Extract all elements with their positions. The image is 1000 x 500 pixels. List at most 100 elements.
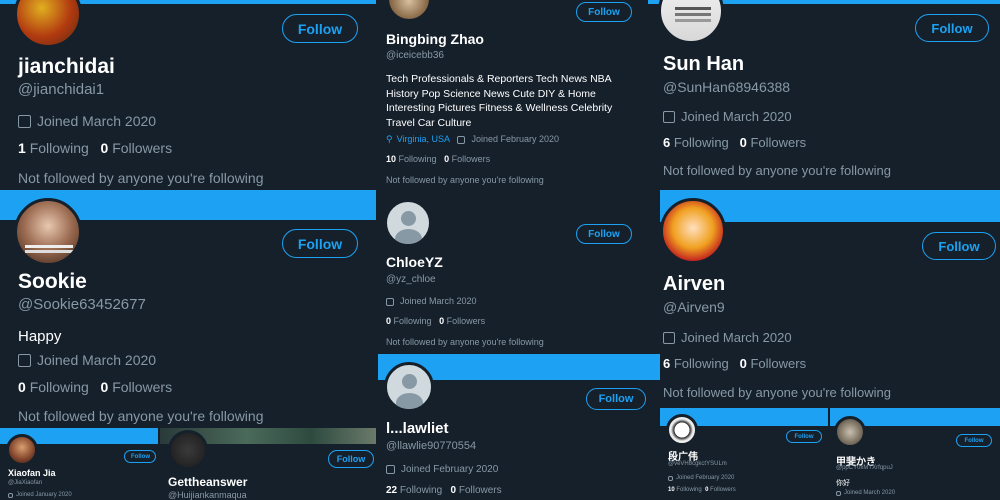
username: @JiaXiaofan [8,480,43,486]
followers-count[interactable]: 0 [439,316,444,326]
follow-button[interactable]: Follow [576,224,632,244]
following-count[interactable]: 10 [386,154,396,164]
calendar-icon [457,136,466,144]
followers-count[interactable]: 0 [444,154,449,164]
username: @ppCY0xMTXrfqpuJ [836,465,893,471]
follow-button[interactable]: Follow [124,450,156,463]
follow-stats[interactable]: 6 Following 0 Followers [663,135,806,150]
following-label: Following [673,356,729,371]
bio: Tech Professionals & Reporters Tech News… [386,73,613,129]
calendar-icon [8,493,13,498]
following-count[interactable]: 6 [663,135,670,150]
following-count[interactable]: 6 [663,356,670,371]
profile-card-airven: Follow Airven @Airven9 Joined March 2020… [660,190,1000,406]
following-label: Following [29,379,89,395]
username: @veVH8cgkctYSULm [668,461,727,467]
join-date-text: Joined March 2020 [37,352,157,368]
following-label: Following [29,140,89,156]
follow-stats[interactable]: 0 Following 0 Followers [18,379,172,395]
followed-by-note: Not followed by anyone you're following [663,163,891,178]
avatar[interactable] [6,434,38,466]
join-date: Joined March 2020 [836,490,895,496]
follow-button[interactable]: Follow [956,434,992,447]
location-pin-icon: ⚲ [386,134,393,144]
username: @Sookie63452677 [18,296,146,313]
display-name: Xiaofan Jia [8,468,56,478]
profile-card-kai-kaki: Follow 甲斐かき @ppCY0xMTXrfqpuJ 你好 Joined M… [830,408,1000,500]
avatar[interactable] [14,198,82,266]
location-text[interactable]: Virginia, USA [397,134,450,144]
follow-button[interactable]: Follow [922,232,996,260]
followers-label: Followers [451,154,491,164]
follow-stats[interactable]: 10 Following 0 Followers [668,487,736,493]
username: @jianchidai1 [18,81,105,98]
avatar[interactable] [386,0,432,22]
followers-label: Followers [458,485,502,496]
followers-label: Followers [446,316,486,326]
following-count[interactable]: 1 [18,140,26,156]
calendar-icon [18,354,31,367]
avatar[interactable] [168,430,208,470]
join-date: Joined March 2020 [18,113,156,129]
join-date-text: Joined March 2020 [681,109,792,124]
follow-button[interactable]: Follow [282,229,358,258]
avatar[interactable] [658,0,724,44]
display-name: Gettheanswer [168,475,248,489]
follow-stats[interactable]: 22 Following 0 Followers [386,485,502,496]
username: @SunHan68946388 [663,79,791,95]
avatar[interactable] [14,0,82,48]
followed-by-note: Not followed by anyone you're following [18,408,264,424]
display-name: Sookie [18,270,87,293]
bio: 你好 [836,480,850,487]
followers-count[interactable]: 0 [740,356,747,371]
followers-count[interactable]: 0 [705,487,708,493]
avatar[interactable] [660,198,726,264]
profile-card-sun-han: Follow Sun Han @SunHan68946388 Joined Ma… [648,0,1000,188]
following-count[interactable]: 10 [668,487,675,493]
following-count[interactable]: 22 [386,485,397,496]
following-count[interactable]: 0 [386,316,391,326]
profile-card-bingbing-zhao: Follow Bingbing Zhao @iceicebb36 Tech Pr… [378,0,646,188]
avatar[interactable] [834,416,866,448]
display-name: Bingbing Zhao [386,31,484,47]
profile-card-duan-guangwei: Follow 段广伟 @veVH8cgkctYSULm Joined Febru… [660,408,828,500]
follow-button[interactable]: Follow [328,450,374,468]
follow-stats[interactable]: 6 Following 0 Followers [663,356,806,371]
followers-count[interactable]: 0 [101,379,109,395]
followers-count[interactable]: 0 [451,485,457,496]
follow-button[interactable]: Follow [282,14,358,43]
avatar[interactable] [666,414,698,446]
calendar-icon [836,491,841,496]
follow-button[interactable]: Follow [586,388,646,410]
follow-button[interactable]: Follow [576,2,632,22]
followers-count[interactable]: 0 [740,135,747,150]
follow-stats[interactable]: 10 Following 0 Followers [386,154,490,164]
default-avatar-icon[interactable] [384,199,432,247]
calendar-icon [18,115,31,128]
join-date-text: Joined February 2020 [401,464,499,475]
username: @Huijiankanmaqua [168,490,247,500]
join-date-text: Joined March 2020 [844,490,896,496]
followers-label: Followers [112,140,173,156]
display-name: l...lawliet [386,420,449,437]
calendar-icon [386,298,394,306]
follow-stats[interactable]: 1 Following 0 Followers [18,140,172,156]
following-count[interactable]: 0 [18,379,26,395]
follow-stats[interactable]: 0 Following 0 Followers [386,316,485,326]
join-date: Joined February 2020 [668,475,734,481]
follow-button[interactable]: Follow [915,14,989,42]
following-label: Following [393,316,432,326]
followed-by-note: Not followed by anyone you're following [386,175,544,185]
followers-label: Followers [710,487,736,493]
follow-button[interactable]: Follow [786,430,822,443]
avatar-meme-text [25,245,73,248]
calendar-icon [663,111,675,123]
profile-card-llawliet: Follow l...lawliet @llawlie90770554 Join… [378,354,660,500]
join-date: Joined March 2020 [663,109,792,124]
default-avatar-icon[interactable] [384,362,434,412]
join-date-text: Joined March 2020 [400,296,477,306]
display-name: jianchidai [18,55,115,78]
followers-label: Followers [750,135,807,150]
followers-count[interactable]: 0 [101,140,109,156]
profile-card-jianchidai: Follow jianchidai @jianchidai1 Joined Ma… [0,0,376,188]
